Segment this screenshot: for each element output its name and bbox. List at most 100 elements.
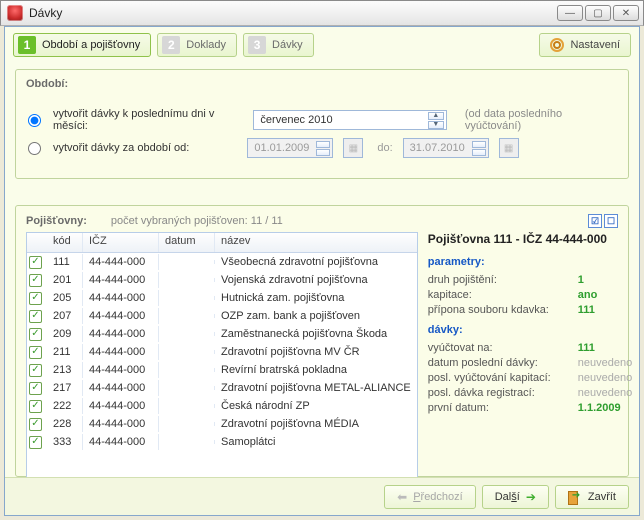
date-to-input[interactable]: 31.07.2010 xyxy=(403,138,489,158)
prev-button[interactable]: ⬅ Předchozí xyxy=(384,485,476,509)
close-window-button[interactable]: ✕ xyxy=(613,5,639,21)
row-checkbox[interactable]: ✓ xyxy=(29,274,42,287)
col-datum[interactable]: datum xyxy=(159,233,215,252)
row-checkbox[interactable]: ✓ xyxy=(29,382,42,395)
row-checkbox[interactable]: ✓ xyxy=(29,400,42,413)
step-tab-2[interactable]: 2Doklady xyxy=(157,33,237,57)
radio-period-range-label: vytvořit dávky za období od: xyxy=(53,142,189,154)
table-row[interactable]: ✓21144-444-000Zdravotní pojišťovna MV ČR xyxy=(27,343,417,361)
table-row[interactable]: ✓20544-444-000Hutnická zam. pojišťovna xyxy=(27,289,417,307)
insurers-group: Pojišťovny: počet vybraných pojišťoven: … xyxy=(15,205,629,477)
cell-datum xyxy=(159,404,215,408)
vyuctovat-label: vyúčtovat na: xyxy=(428,342,578,354)
col-kod[interactable]: kód xyxy=(47,233,83,252)
pripona-label: přípona souboru kdavka: xyxy=(428,304,578,316)
table-row[interactable]: ✓22844-444-000Zdravotní pojišťovna MÉDIA xyxy=(27,415,417,433)
cell-kod: 201 xyxy=(47,272,83,288)
select-none-button[interactable]: ☐ xyxy=(604,214,618,228)
row-checkbox[interactable]: ✓ xyxy=(29,346,42,359)
arrow-left-icon: ⬅ xyxy=(397,490,407,504)
date-to-value: 31.07.2010 xyxy=(410,142,465,154)
cell-kod: 222 xyxy=(47,398,83,414)
settings-label: Nastavení xyxy=(570,39,620,51)
date-from-calendar-button[interactable]: ▦ xyxy=(343,138,363,158)
cell-kod: 111 xyxy=(47,254,83,270)
row-checkbox[interactable]: ✓ xyxy=(29,328,42,341)
title-bar: Dávky — ▢ ✕ xyxy=(0,0,644,26)
cell-kod: 205 xyxy=(47,290,83,306)
row-checkbox[interactable]: ✓ xyxy=(29,364,42,377)
cell-icz: 44-444-000 xyxy=(83,416,159,432)
step-label: Období a pojišťovny xyxy=(42,39,140,51)
grid-header: kód IČZ datum název xyxy=(27,233,417,253)
footer: ⬅ Předchozí Další ➔ Zavřít xyxy=(5,477,639,515)
cell-kod: 209 xyxy=(47,326,83,342)
date-to-calendar-button[interactable]: ▦ xyxy=(499,138,519,158)
cell-datum xyxy=(159,332,215,336)
maximize-button[interactable]: ▢ xyxy=(585,5,611,21)
period-hint: (od data posledního vyúčtování) xyxy=(465,108,616,132)
table-row[interactable]: ✓20744-444-000OZP zam. bank a pojišťoven xyxy=(27,307,417,325)
radio-period-range[interactable] xyxy=(28,142,41,155)
cell-nazev: Všeobecná zdravotní pojišťovna xyxy=(215,254,417,270)
druh-label: druh pojištění: xyxy=(428,274,578,286)
close-button[interactable]: Zavřít xyxy=(555,485,629,509)
month-combo-value: červenec 2010 xyxy=(260,114,332,126)
druh-value: 1 xyxy=(578,274,584,286)
posl-kapitaci-label: posl. vyúčtování kapitací: xyxy=(428,372,578,384)
date-from-input[interactable]: 01.01.2009 xyxy=(247,138,333,158)
cell-kod: 217 xyxy=(47,380,83,396)
posl-registraci-label: posl. dávka registrací: xyxy=(428,387,578,399)
exit-icon xyxy=(568,490,582,504)
table-row[interactable]: ✓ 11144-444-000 Všeobecná zdravotní pojišť… xyxy=(27,253,417,271)
vyuctovat-value: 111 xyxy=(578,342,595,354)
detail-title: Pojišťovna 111 - IČZ 44-444-000 xyxy=(428,232,632,246)
cell-icz: 44-444-000 xyxy=(83,326,159,342)
col-icz[interactable]: IČZ xyxy=(83,233,159,252)
cell-datum xyxy=(159,260,215,264)
table-row[interactable]: ✓20944-444-000Zaměstnanecká pojišťovna Š… xyxy=(27,325,417,343)
table-row[interactable]: ✓22244-444-000Česká národní ZP xyxy=(27,397,417,415)
select-all-button[interactable]: ☑ xyxy=(588,214,602,228)
cell-kod: 333 xyxy=(47,434,83,450)
table-row[interactable]: ✓21344-444-000Revírní bratrská pokladna xyxy=(27,361,417,379)
row-checkbox[interactable]: ✓ xyxy=(29,436,42,449)
cell-datum xyxy=(159,314,215,318)
cell-icz: 44-444-000 xyxy=(83,362,159,378)
row-checkbox[interactable]: ✓ xyxy=(29,418,42,431)
next-label: Další xyxy=(495,491,520,503)
cell-icz: 44-444-000 xyxy=(83,344,159,360)
prvni-datum-label: první datum: xyxy=(428,402,578,414)
cell-icz: 44-444-000 xyxy=(83,254,159,270)
insurers-count: počet vybraných pojišťoven: 11 / 11 xyxy=(111,215,283,227)
month-combo[interactable]: červenec 2010 ▲▼ xyxy=(253,110,446,130)
insurers-grid[interactable]: kód IČZ datum název ✓11144-444-000Všeobe… xyxy=(26,232,418,492)
cell-nazev: Vojenská zdravotní pojišťovna xyxy=(215,272,417,288)
next-button[interactable]: Další ➔ xyxy=(482,485,549,509)
cell-kod: 213 xyxy=(47,362,83,378)
step-label: Dávky xyxy=(272,39,303,51)
posledni-davka-label: datum poslední dávky: xyxy=(428,357,578,369)
client-area: 1Období a pojišťovny2Doklady3Dávky Nasta… xyxy=(4,26,640,516)
row-checkbox[interactable]: ✓ xyxy=(29,310,42,323)
cell-icz: 44-444-000 xyxy=(83,380,159,396)
table-row[interactable]: ✓20144-444-000Vojenská zdravotní pojišťo… xyxy=(27,271,417,289)
step-tab-3[interactable]: 3Dávky xyxy=(243,33,314,57)
minimize-button[interactable]: — xyxy=(557,5,583,21)
radio-period-month[interactable] xyxy=(28,114,41,127)
cell-nazev: Samoplátci xyxy=(215,434,417,450)
kapitace-label: kapitace: xyxy=(428,289,578,301)
table-row[interactable]: ✓33344-444-000Samoplátci xyxy=(27,433,417,451)
settings-button[interactable]: Nastavení xyxy=(539,33,631,57)
step-tab-1[interactable]: 1Období a pojišťovny xyxy=(13,33,151,57)
row-checkbox[interactable]: ✓ xyxy=(29,292,42,305)
prev-label: Předchozí xyxy=(413,491,463,503)
month-spinner[interactable]: ▲▼ xyxy=(428,112,444,129)
col-nazev[interactable]: název xyxy=(215,233,417,252)
cell-nazev: Hutnická zam. pojišťovna xyxy=(215,290,417,306)
row-checkbox[interactable]: ✓ xyxy=(29,256,42,269)
gear-icon xyxy=(550,38,564,52)
cell-datum xyxy=(159,368,215,372)
table-row[interactable]: ✓21744-444-000Zdravotní pojišťovna METAL… xyxy=(27,379,417,397)
close-label: Zavřít xyxy=(588,491,616,503)
